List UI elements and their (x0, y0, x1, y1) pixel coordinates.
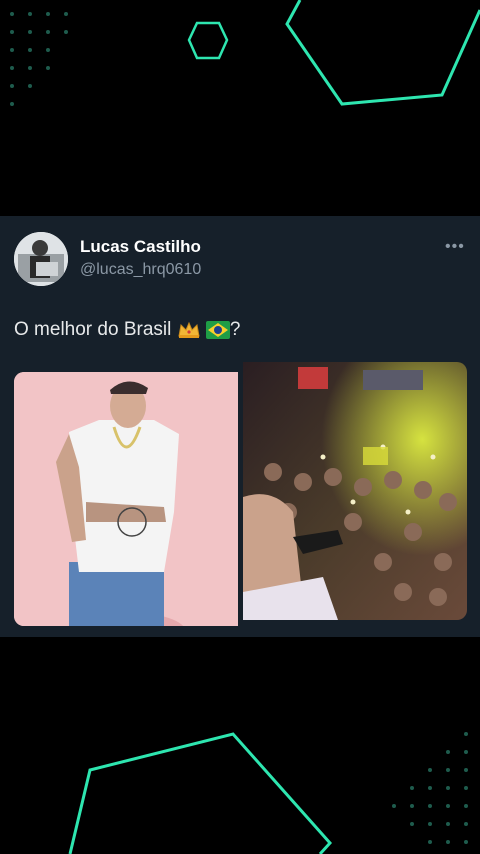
more-options-icon[interactable]: ••• (445, 238, 465, 256)
large-hexagon-bottom (68, 732, 333, 854)
crown-emoji (178, 321, 200, 338)
tweet-image-2[interactable] (243, 362, 467, 620)
dot-grid-bottom (392, 732, 468, 844)
dot-grid-top (10, 12, 68, 106)
concert-photo (243, 362, 467, 620)
avatar[interactable] (14, 232, 68, 286)
avatar-image (14, 232, 68, 286)
top-decoration (10, 0, 480, 106)
display-name[interactable]: Lucas Castilho (80, 237, 201, 257)
bottom-decoration (68, 732, 468, 854)
tweet-image-1[interactable] (14, 372, 238, 626)
portrait-photo (14, 372, 238, 626)
tweet-text: O melhor do Brasil ? (14, 319, 240, 341)
tweet-text-body: O melhor do Brasil (14, 319, 172, 340)
brazil-flag-emoji (205, 320, 230, 339)
user-handle[interactable]: @lucas_hrq0610 (80, 261, 201, 279)
large-hexagon-top (285, 0, 480, 106)
tweet-text-suffix: ? (229, 319, 241, 340)
small-hexagon (187, 21, 229, 60)
